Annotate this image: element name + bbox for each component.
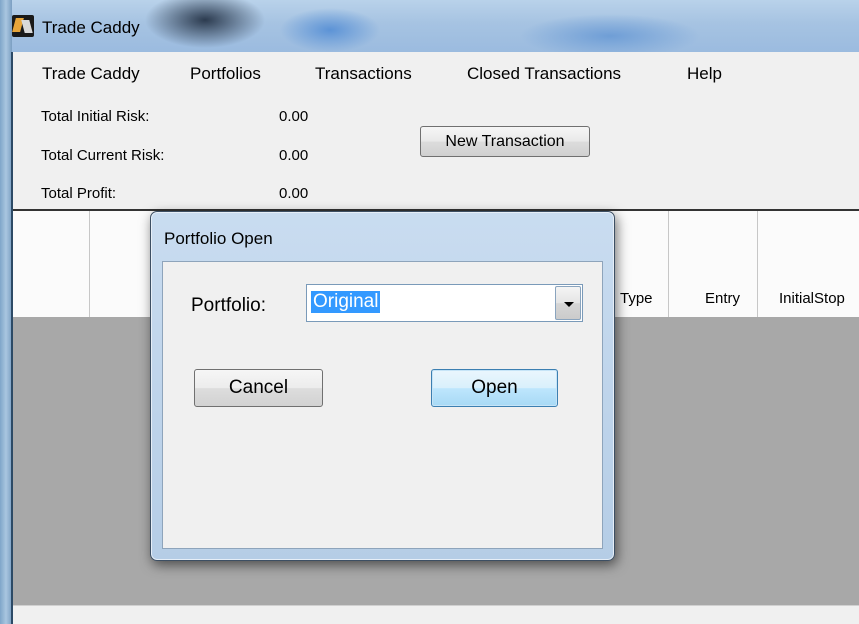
total-profit-value: 0.00	[279, 185, 309, 202]
dialog-content: Portfolio: Original Cancel Open	[162, 261, 603, 549]
column-header-entry[interactable]: Entry	[705, 290, 740, 307]
menu-trade-caddy[interactable]: Trade Caddy	[42, 64, 140, 84]
trade-caddy-window: Trade Caddy Trade Caddy Portfolios Trans…	[0, 0, 859, 624]
menu-portfolios[interactable]: Portfolios	[190, 64, 261, 84]
app-icon[interactable]	[12, 15, 34, 37]
column-separator[interactable]	[757, 211, 758, 317]
menu-help[interactable]: Help	[687, 64, 722, 84]
portfolio-label: Portfolio:	[191, 295, 266, 316]
column-header-initial-stop[interactable]: InitialStop	[779, 290, 845, 307]
portfolio-open-dialog: Portfolio Open Portfolio: Original Cance…	[150, 211, 615, 561]
total-initial-risk-label: Total Initial Risk:	[41, 108, 150, 125]
menu-closed-transactions[interactable]: Closed Transactions	[467, 64, 621, 84]
status-bar	[13, 605, 859, 624]
total-current-risk-label: Total Current Risk:	[41, 147, 165, 164]
column-separator[interactable]	[668, 211, 669, 317]
open-button[interactable]: Open	[431, 369, 558, 407]
dropdown-button[interactable]	[555, 286, 581, 320]
total-profit-label: Total Profit:	[41, 185, 117, 202]
column-header-type[interactable]: Type	[620, 290, 653, 307]
cancel-button[interactable]: Cancel	[194, 369, 323, 407]
total-current-risk-value: 0.00	[279, 147, 309, 164]
chevron-down-icon	[564, 302, 574, 307]
total-initial-risk-value: 0.00	[279, 108, 309, 125]
column-separator[interactable]	[89, 211, 90, 317]
portfolio-dropdown[interactable]: Original	[306, 284, 583, 322]
menu-transactions[interactable]: Transactions	[315, 64, 412, 84]
dialog-title: Portfolio Open	[164, 229, 273, 248]
window-title: Trade Caddy	[42, 18, 140, 37]
new-transaction-button[interactable]: New Transaction	[420, 126, 590, 157]
portfolio-selected-value[interactable]: Original	[311, 291, 381, 313]
title-bar[interactable]: Trade Caddy	[0, 0, 859, 52]
main-panel: Trade Caddy Portfolios Transactions Clos…	[13, 52, 859, 210]
